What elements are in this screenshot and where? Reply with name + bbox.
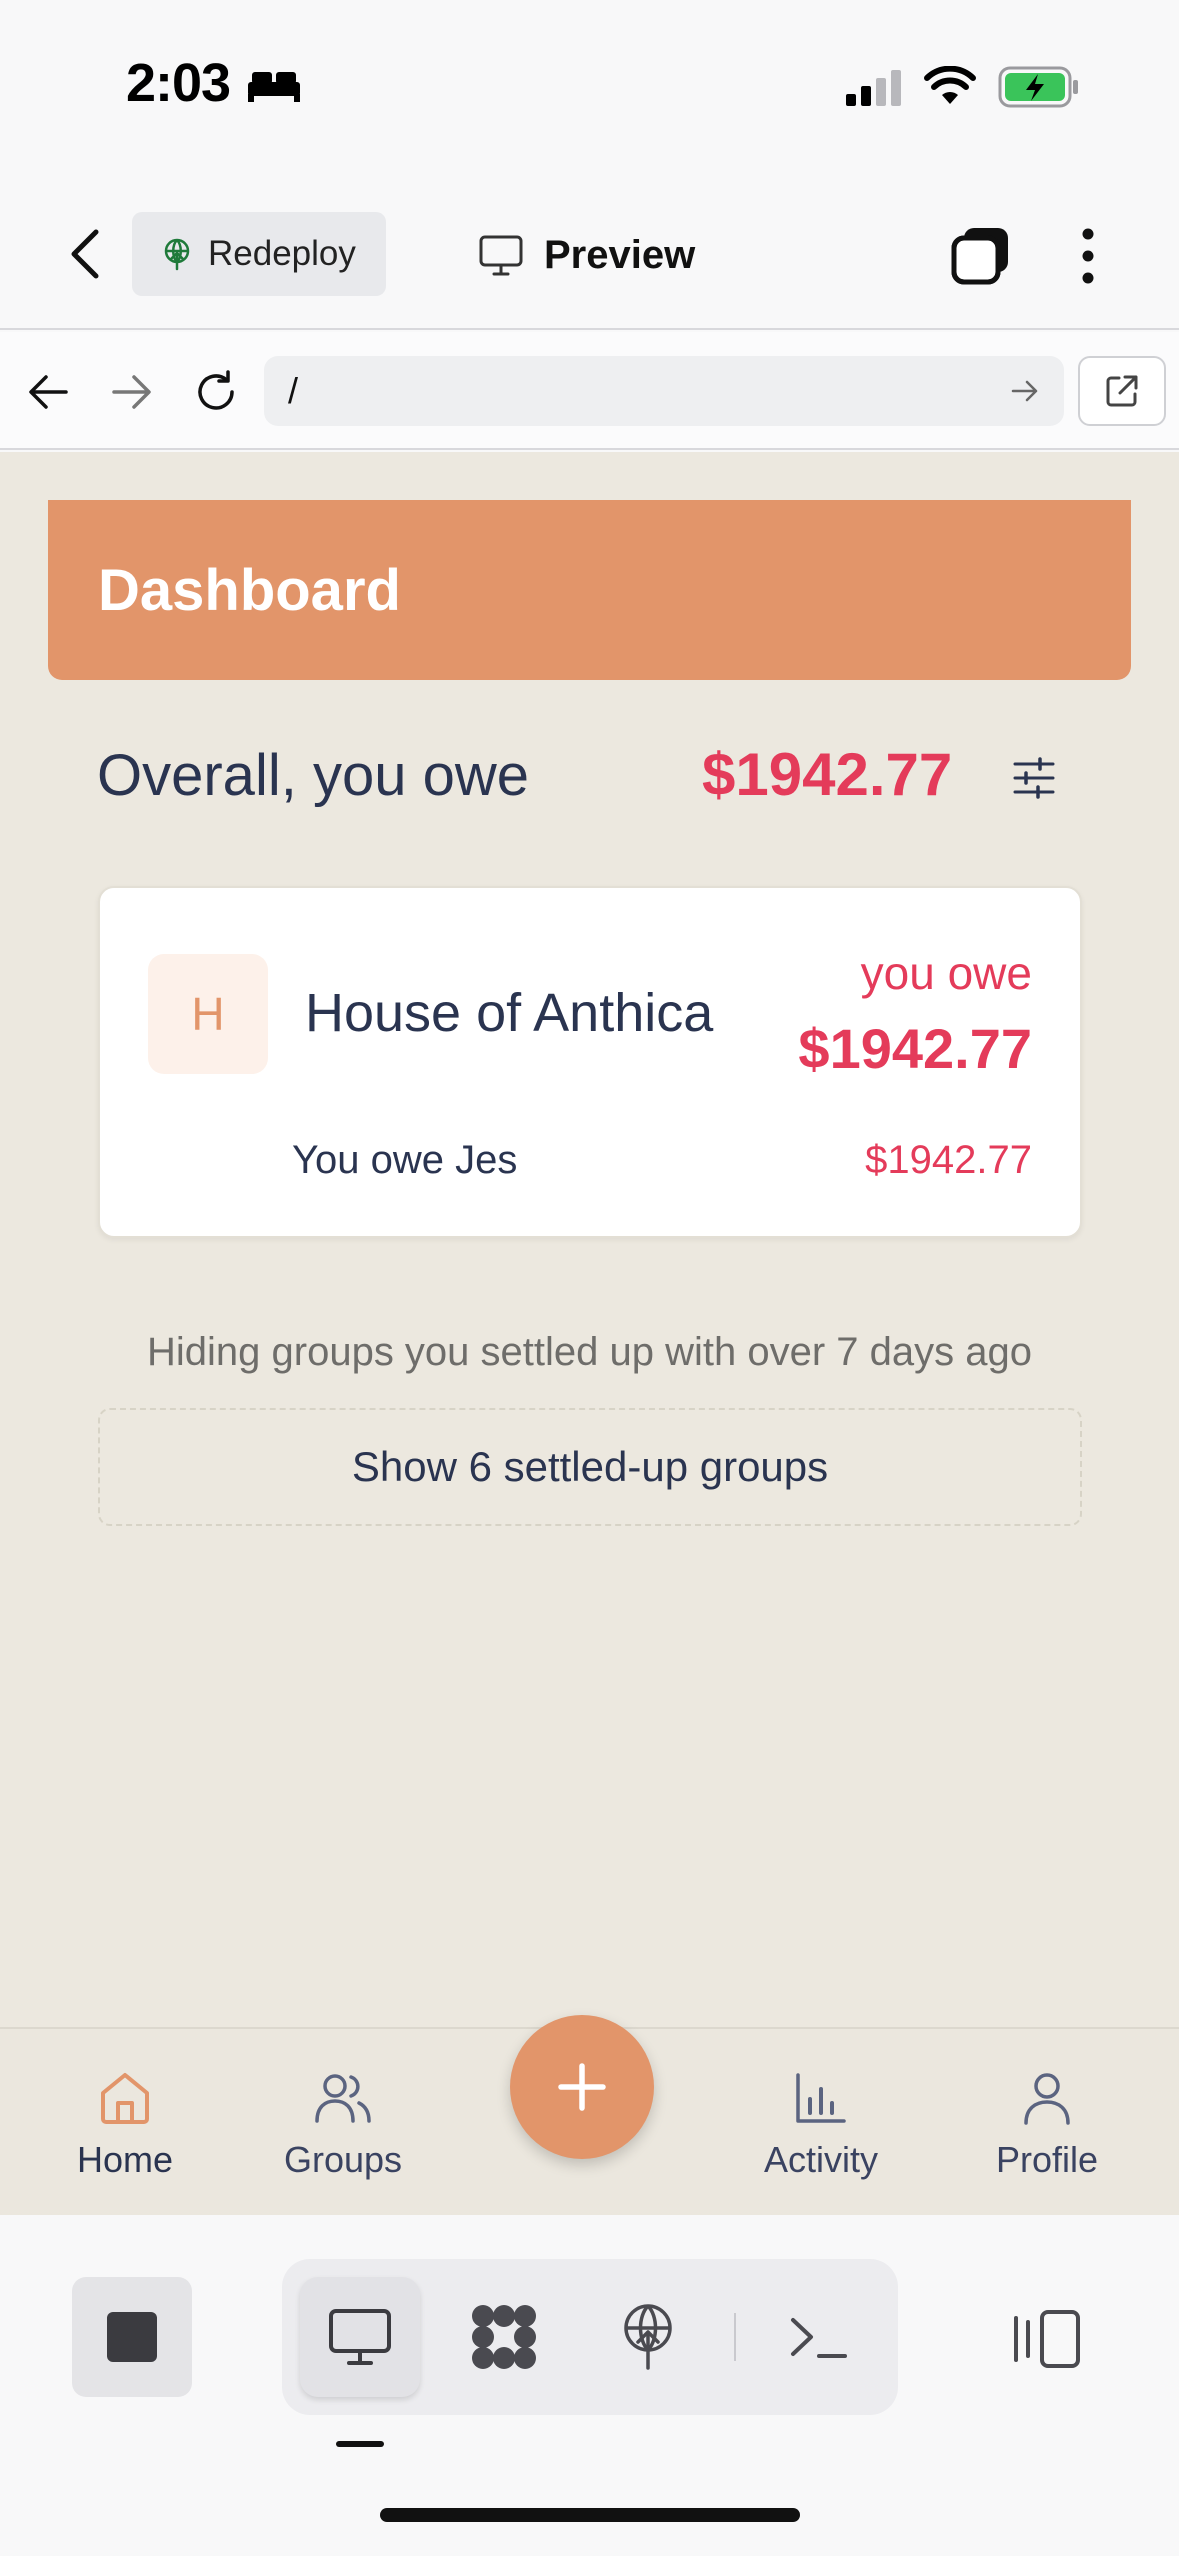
app-toolbar: Redeploy Preview — [0, 170, 1179, 330]
nav-item-activity[interactable]: Activity — [736, 2069, 906, 2181]
show-settled-label: Show 6 settled-up groups — [351, 1443, 829, 1490]
external-link-icon — [1106, 375, 1138, 407]
redeploy-button[interactable]: Redeploy — [132, 212, 386, 296]
open-external-button[interactable] — [1078, 356, 1166, 426]
hidden-groups-note: Hiding groups you settled up with over 7… — [147, 1330, 1032, 1374]
page-title: Dashboard — [98, 557, 401, 623]
browser-back-icon[interactable] — [26, 372, 70, 412]
status-bar: 2:03 — [0, 0, 1179, 170]
overall-balance-amount: $1942.77 — [702, 741, 953, 808]
group-name: House of Anthica — [305, 983, 714, 1043]
stop-button[interactable] — [72, 2277, 192, 2397]
tool-preview-button[interactable] — [300, 2277, 420, 2397]
bar-chart-icon — [796, 2073, 846, 2123]
url-text: / — [288, 370, 299, 411]
group-balance-amount: $1942.77 — [798, 1017, 1032, 1080]
reload-icon[interactable] — [192, 368, 240, 416]
debt-detail-text: You owe Jes — [292, 1138, 518, 1182]
group-avatar: H — [148, 954, 268, 1074]
preview-tab[interactable]: Preview — [478, 220, 695, 290]
tool-divider — [734, 2313, 736, 2361]
cellular-signal-icon — [846, 70, 901, 106]
filter-button[interactable] — [1004, 748, 1064, 808]
nav-item-profile[interactable]: Profile — [962, 2069, 1132, 2181]
go-arrow-icon[interactable] — [1010, 378, 1040, 404]
show-settled-groups-button[interactable]: Show 6 settled-up groups — [98, 1408, 1082, 1526]
panel-layout-button[interactable] — [1008, 2299, 1088, 2379]
nav-item-groups[interactable]: Groups — [258, 2069, 428, 2181]
active-tool-indicator — [336, 2441, 384, 2447]
sleep-focus-icon — [248, 72, 300, 102]
overall-balance-label: Overall, you owe — [97, 743, 529, 808]
stop-icon — [107, 2312, 157, 2362]
terminal-icon — [791, 2318, 847, 2358]
browser-forward-icon[interactable] — [110, 372, 154, 412]
tool-deploy-button[interactable] — [588, 2277, 708, 2397]
nav-label-activity: Activity — [763, 2139, 878, 2180]
agent-cluster-icon — [472, 2305, 536, 2369]
users-icon — [315, 2074, 371, 2123]
redeploy-label: Redeploy — [208, 234, 356, 273]
deploy-globe-icon — [624, 2304, 672, 2370]
browser-bar: / — [0, 332, 1179, 450]
preview-label: Preview — [544, 232, 696, 277]
web-content: Dashboard Overall, you owe $1942.77 H Ho… — [0, 452, 1179, 2215]
tool-shell-button[interactable] — [758, 2277, 878, 2397]
status-time: 2:03 — [126, 53, 231, 113]
sliders-icon — [1013, 757, 1055, 799]
wifi-icon — [924, 66, 976, 104]
url-input[interactable]: / — [264, 356, 1064, 426]
group-initial: H — [191, 988, 225, 1040]
debt-detail-amount: $1942.77 — [865, 1138, 1032, 1182]
tool-group — [282, 2259, 898, 2415]
home-indicator — [380, 2508, 800, 2522]
sidebar-layout-icon — [1014, 2310, 1080, 2368]
dashboard-header: Dashboard — [48, 500, 1131, 680]
tabs-switcher-icon[interactable] — [950, 224, 1012, 286]
plus-icon — [558, 2063, 606, 2111]
group-status-label: you owe — [860, 947, 1032, 999]
user-icon — [1024, 2073, 1070, 2125]
monitor-icon — [479, 235, 523, 276]
nav-item-home[interactable]: Home — [40, 2069, 210, 2181]
tool-dock — [0, 2215, 1179, 2556]
nav-label-home: Home — [76, 2139, 174, 2180]
back-chevron-icon[interactable] — [64, 226, 108, 282]
add-expense-button[interactable] — [510, 2015, 654, 2159]
battery-charging-icon — [998, 66, 1078, 108]
tool-agent-button[interactable] — [444, 2277, 564, 2397]
home-icon — [101, 2073, 149, 2124]
more-vertical-icon[interactable] — [1074, 226, 1102, 286]
deploy-globe-icon — [164, 238, 190, 271]
group-card[interactable]: H House of Anthica you owe $1942.77 You … — [98, 886, 1082, 1238]
nav-label-profile: Profile — [995, 2139, 1099, 2180]
monitor-icon — [329, 2309, 391, 2365]
nav-label-groups: Groups — [283, 2139, 403, 2180]
